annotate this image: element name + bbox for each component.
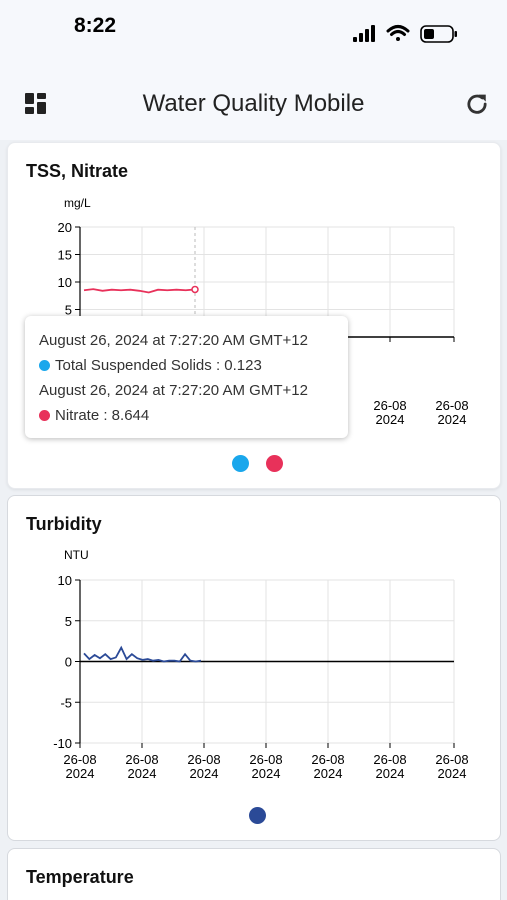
y-tick-label: -5 [60, 695, 72, 710]
x-tick-label: 26-08 [373, 398, 406, 413]
y-tick-label: -10 [53, 736, 72, 751]
card-title: Temperature [26, 867, 134, 887]
tss-dot-icon [39, 360, 50, 371]
y-tick-label: 5 [65, 614, 72, 629]
x-tick-label: 2024 [376, 412, 405, 427]
series-line-nitrate [83, 288, 196, 294]
cellular-signal-icon [353, 25, 375, 42]
battery-icon [420, 25, 457, 43]
refresh-icon[interactable] [463, 90, 491, 118]
tooltip-row-tss: Total Suspended Solids : 0.123 [39, 357, 262, 374]
status-icons [353, 25, 457, 43]
tooltip-time-2: August 26, 2024 at 7:27:20 AM GMT+12 [39, 382, 308, 399]
y-tick-label: 0 [65, 655, 72, 670]
tooltip-row-nitrate: Nitrate : 8.644 [39, 407, 149, 424]
app-header: Water Quality Mobile [0, 60, 507, 140]
x-tick-label: 26-08 [249, 752, 282, 767]
app-title: Water Quality Mobile [142, 90, 365, 117]
status-time: 8:22 [74, 14, 117, 37]
tooltip-value-nitrate: Nitrate : 8.644 [55, 407, 150, 424]
x-tick-label: 26-08 [435, 752, 468, 767]
y-axis-unit: mg/L [64, 196, 91, 210]
x-tick-label: 2024 [190, 766, 219, 781]
x-tick-label: 2024 [438, 412, 467, 427]
legend-dot-nitrate[interactable] [266, 455, 283, 472]
y-tick-label: 15 [58, 248, 72, 263]
legend-dot-turbidity[interactable] [249, 807, 266, 824]
y-axis-unit: NTU [64, 548, 89, 562]
y-tick-label: 10 [58, 275, 72, 290]
status-bar: 8:22 [0, 0, 507, 60]
series-point-nitrate [191, 285, 199, 294]
x-tick-label: 26-08 [63, 752, 96, 767]
chart-card-temperature: Temperature [7, 848, 501, 900]
x-tick-label: 26-08 [187, 752, 220, 767]
legend-dot-tss[interactable] [232, 455, 249, 472]
x-tick-label: 2024 [314, 766, 343, 781]
x-tick-label: 26-08 [373, 752, 406, 767]
x-tick-label: 2024 [376, 766, 405, 781]
x-tick-label: 2024 [252, 766, 281, 781]
chart-card-turbidity: Turbidity NTU 10 5 0 -5 -10 26-08 2024 26-08 202… [7, 495, 501, 841]
y-tick-label: 10 [58, 573, 72, 588]
x-tick-label: 26-08 [311, 752, 344, 767]
chart-turbidity[interactable]: NTU 1050-5-1026-08202426-08202426-082024… [8, 496, 501, 841]
nitrate-dot-icon [39, 410, 50, 421]
x-tick-label: 2024 [66, 766, 95, 781]
chart-tooltip: August 26, 2024 at 7:27:20 AM GMT+12 Tot… [25, 316, 348, 438]
x-tick-label: 2024 [438, 766, 467, 781]
x-tick-label: 2024 [128, 766, 157, 781]
tooltip-time-1: August 26, 2024 at 7:27:20 AM GMT+12 [39, 332, 308, 349]
x-tick-label: 26-08 [435, 398, 468, 413]
wifi-icon [386, 25, 410, 41]
y-tick-label: 20 [58, 220, 72, 235]
tooltip-value-tss: Total Suspended Solids : 0.123 [55, 357, 262, 374]
x-tick-label: 26-08 [125, 752, 158, 767]
